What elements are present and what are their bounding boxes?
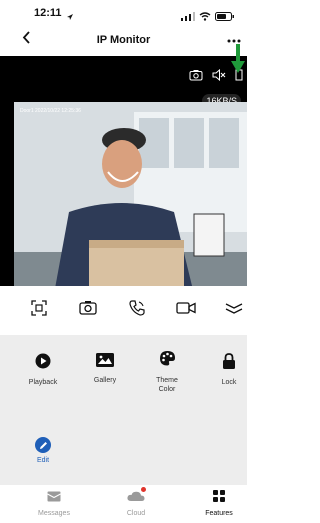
edit-pencil-icon (35, 437, 51, 453)
signal-icon (181, 8, 195, 26)
status-icons (181, 8, 235, 26)
location-arrow-icon (66, 8, 74, 26)
feature-gallery[interactable]: Gallery (77, 353, 133, 385)
palette-icon (159, 350, 176, 372)
scan-frame-icon (31, 299, 47, 321)
gallery-icon (96, 353, 114, 372)
feature-label: Playback (28, 379, 58, 386)
cloud-icon (127, 487, 146, 507)
tab-label: Messages (38, 510, 70, 517)
tab-cloud[interactable]: Cloud (101, 487, 171, 517)
edit-label: Edit (36, 457, 50, 464)
talk-button[interactable] (124, 297, 150, 323)
feature-lock[interactable]: Lock (201, 353, 257, 387)
tab-features[interactable]: Features (184, 489, 254, 517)
nav-bar: IP Monitor (0, 26, 247, 56)
more-controls-button[interactable] (221, 297, 247, 323)
messages-icon (47, 489, 61, 507)
tab-label: Cloud (126, 510, 146, 517)
feature-label: Gallery (93, 377, 117, 384)
status-time: 12:11 (34, 7, 62, 19)
camera-icon (79, 300, 97, 320)
feature-label: Theme Color (156, 377, 178, 393)
video-view[interactable]: 16KB/S Door1 2022/10/22 12:25:36 (0, 56, 247, 286)
wifi-icon (199, 8, 211, 26)
capture-button[interactable] (75, 297, 101, 323)
timestamp-overlay: Door1 2022/10/22 12:25:36 (20, 108, 81, 114)
control-bar (0, 295, 247, 329)
chevron-double-down-icon (225, 301, 243, 319)
lock-icon (222, 353, 236, 374)
grid-icon (213, 489, 225, 507)
phone-icon (129, 299, 145, 321)
feature-label: Lock (221, 379, 237, 386)
feature-panel: Playback Gallery Theme Color Lock Edit (0, 335, 247, 485)
edit-button[interactable]: Edit (15, 437, 71, 464)
page-title: IP Monitor (96, 34, 151, 46)
pointer-arrow-icon (230, 44, 246, 79)
tab-label: Features (205, 510, 233, 517)
tab-messages[interactable]: Messages (19, 489, 89, 517)
scan-button[interactable] (26, 297, 52, 323)
feature-theme-color[interactable]: Theme Color (139, 350, 195, 394)
feature-playback[interactable]: Playback (15, 353, 71, 387)
video-camera-icon (176, 301, 196, 320)
camera-feed (14, 102, 247, 286)
mute-icon[interactable] (212, 68, 226, 86)
status-bar: 12:11 (0, 0, 247, 26)
record-button[interactable] (173, 297, 199, 323)
snapshot-icon[interactable] (189, 68, 203, 86)
notification-dot (141, 487, 146, 492)
play-circle-icon (35, 353, 51, 374)
battery-icon (215, 8, 235, 26)
tab-bar: Messages Cloud Features (0, 485, 247, 523)
